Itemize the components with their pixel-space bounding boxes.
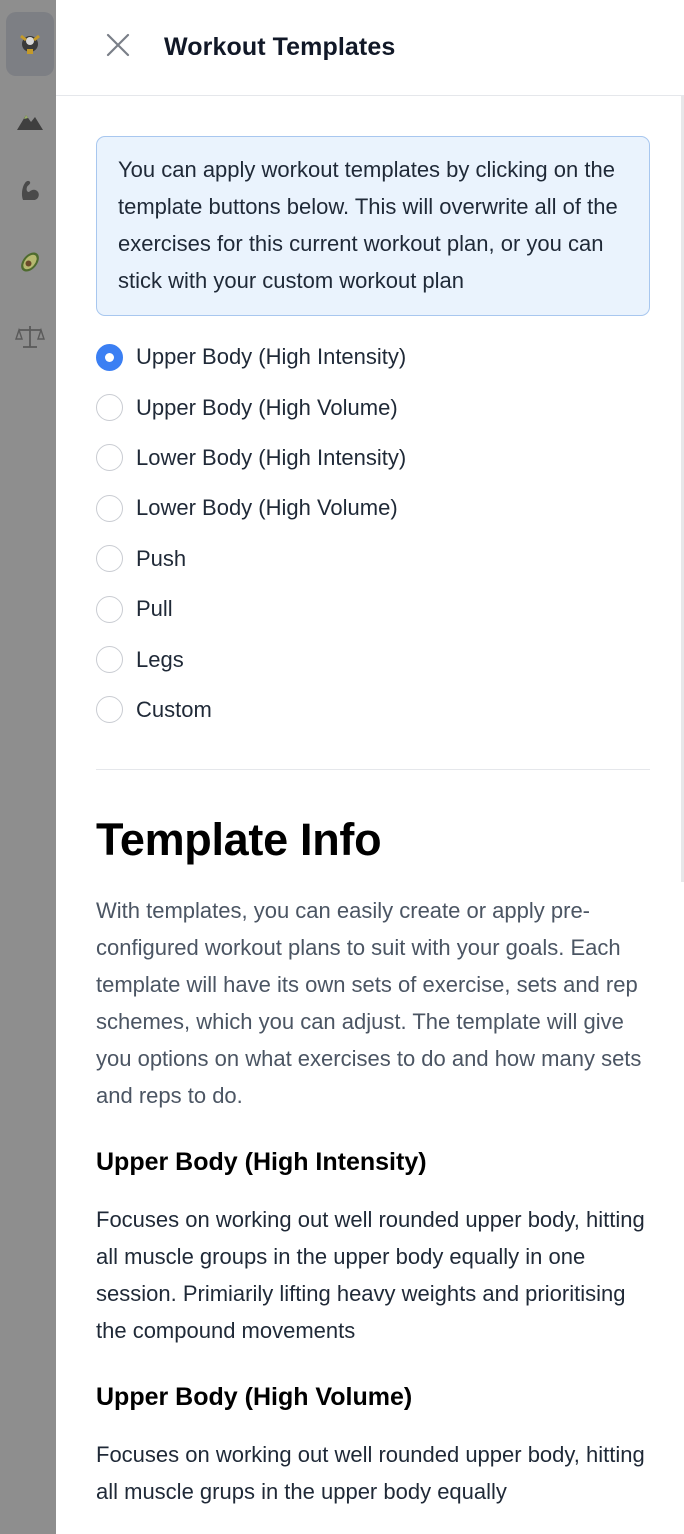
radio-label: Upper Body (High Volume) [136,394,398,420]
section-title: Upper Body (High Intensity) [96,1148,427,1177]
mountain-icon [16,109,44,131]
radio-label: Push [136,545,187,571]
sidebar-item-nutrition[interactable] [6,230,54,294]
template-option-lower-body-high-volume[interactable]: Lower Body (High Volume) [96,483,650,533]
close-icon [106,33,130,62]
radio-button[interactable] [96,394,123,422]
muscle-icon [17,177,43,203]
template-option-lower-body-high-intensity[interactable]: Lower Body (High Intensity) [96,433,650,483]
workout-templates-drawer: Workout Templates You can apply workout … [56,0,684,1534]
close-button[interactable] [104,33,132,62]
section-description: Focuses on working out well rounded uppe… [96,1442,645,1505]
sidebar-item-workouts[interactable] [6,158,54,222]
radio-button[interactable] [96,595,123,623]
template-option-push[interactable]: Push [96,534,650,584]
radio-button[interactable] [96,343,123,371]
template-option-custom[interactable]: Custom [96,685,650,735]
drawer-header: Workout Templates [56,0,684,96]
drawer-title: Workout Templates [164,33,396,61]
drawer-content: You can apply workout templates by click… [56,96,684,1510]
radio-button[interactable] [96,545,123,573]
radio-label: Lower Body (High Intensity) [136,444,407,470]
template-radio-group: Upper Body (High Intensity) Upper Body (… [96,332,650,735]
section-description: Focuses on working out well rounded uppe… [96,1207,645,1344]
radio-button[interactable] [96,646,123,674]
template-option-upper-body-high-volume[interactable]: Upper Body (High Volume) [96,382,650,432]
section-title: Upper Body (High Volume) [96,1383,413,1412]
template-info-heading: Template Info [96,814,382,866]
radio-button[interactable] [96,494,123,522]
scale-icon [15,323,45,351]
template-option-legs[interactable]: Legs [96,634,650,684]
sidebar-item-goals[interactable] [6,88,54,152]
template-option-upper-body-high-intensity[interactable]: Upper Body (High Intensity) [96,332,650,382]
radio-label: Custom [136,696,212,722]
sidebar-item-home[interactable] [6,12,54,76]
sidebar [0,0,56,1534]
radio-button[interactable] [96,696,123,724]
sidebar-item-weight[interactable] [6,305,54,369]
app-root: Workout Templates You can apply workout … [0,0,684,1534]
radio-button[interactable] [96,444,123,472]
info-alert: You can apply workout templates by click… [96,136,650,316]
template-info-section: Template Info With templates, you can ea… [96,814,650,1510]
avocado-icon [16,248,44,276]
radio-label: Pull [136,596,173,622]
divider [96,769,650,771]
radio-label: Upper Body (High Intensity) [136,344,407,370]
template-info-intro: With templates, you can easily create or… [96,898,642,1109]
template-option-pull[interactable]: Pull [96,584,650,634]
radio-label: Lower Body (High Volume) [136,495,398,521]
logo-icon [16,30,44,58]
radio-label: Legs [136,646,184,672]
